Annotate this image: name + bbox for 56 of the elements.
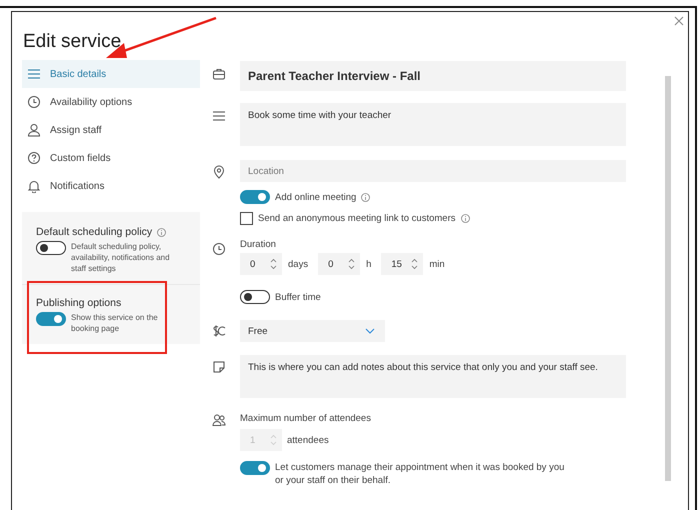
nav-item[interactable]: Basic details	[22, 60, 200, 88]
stepper-icon	[270, 433, 277, 447]
person-icon	[27, 123, 41, 137]
number-spinner[interactable]: 0	[240, 253, 282, 275]
toggle-description: Show this service on the booking page	[71, 312, 159, 334]
note-icon	[212, 360, 226, 374]
clock-icon	[212, 242, 226, 256]
info-icon	[361, 192, 370, 202]
toggle-description: Default scheduling policy, availability, notifications and staff settings	[71, 241, 171, 274]
briefcase-icon	[212, 67, 226, 81]
nav-item[interactable]: Notifications	[22, 172, 200, 200]
help-icon	[27, 151, 41, 165]
close-icon[interactable]	[674, 16, 684, 26]
unit-label: days	[288, 258, 308, 270]
location-field[interactable]: Location	[240, 160, 626, 182]
currency-icon	[212, 324, 226, 338]
nav-item[interactable]: Custom fields	[22, 144, 200, 172]
menu-icon	[212, 109, 226, 123]
people-icon	[212, 413, 226, 427]
menu-icon	[27, 67, 41, 81]
toggle-label: Add online meeting	[275, 192, 356, 202]
number-spinner[interactable]: 0	[318, 253, 360, 275]
toggle-switch[interactable]	[36, 241, 66, 255]
name-field[interactable]: Parent Teacher Interview - Fall	[240, 61, 626, 91]
toggle-label: Let customers manage their appointment when it was booked by you or your staff on their behalf.	[275, 461, 565, 487]
price-dropdown[interactable]: Free	[240, 320, 385, 342]
unit-label: h	[366, 258, 372, 270]
dialog-title: Edit service	[23, 32, 122, 52]
chevron-down-icon	[365, 328, 375, 334]
nav-item[interactable]: Availability options	[22, 88, 200, 116]
info-icon	[460, 214, 470, 223]
toggle-switch[interactable]	[240, 461, 270, 475]
toggle-label: Buffer time	[275, 292, 321, 302]
unit-label: attendees	[287, 434, 329, 446]
checkbox-label: Send an anonymous meeting link to customers	[258, 213, 456, 224]
checkbox[interactable]	[240, 212, 253, 225]
section-heading: Default scheduling policy	[36, 226, 152, 238]
unit-label: min	[429, 258, 445, 270]
bell-icon	[27, 179, 41, 193]
notes-field[interactable]: This is where you can add notes about this service that only you and your staff see.	[240, 355, 626, 398]
toggle-switch[interactable]	[240, 290, 270, 304]
number-spinner[interactable]: 15	[381, 253, 424, 275]
stepper-icon	[348, 257, 356, 271]
toggle-switch[interactable]	[240, 190, 270, 204]
stepper-icon	[270, 257, 277, 271]
field-label: Maximum number of attendees	[240, 413, 372, 424]
info-icon	[157, 228, 166, 236]
toggle-switch[interactable]	[36, 312, 66, 326]
clock-icon	[27, 95, 41, 109]
field-label: Duration	[240, 239, 277, 250]
stepper-icon	[411, 257, 418, 271]
number-spinner: 1	[240, 429, 282, 451]
section-heading: Publishing options	[36, 297, 122, 309]
description-field[interactable]: Book some time with your teacher	[240, 103, 626, 146]
nav-item[interactable]: Assign staff	[22, 116, 200, 144]
location-icon	[212, 165, 226, 179]
